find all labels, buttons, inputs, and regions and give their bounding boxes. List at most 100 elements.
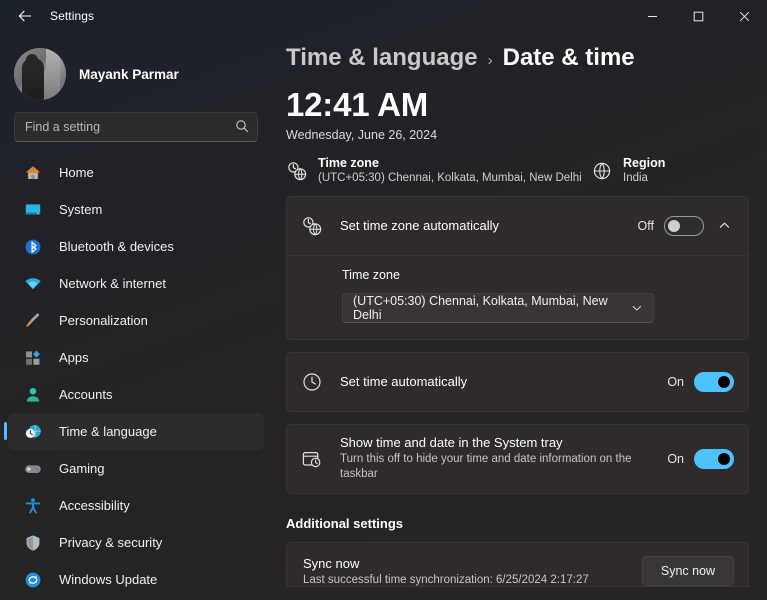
timezone-field-label: Time zone [342, 268, 734, 282]
summary-region-value: India [623, 172, 665, 184]
sidebar-item-network-internet[interactable]: Network & internet [8, 265, 264, 302]
search-box[interactable] [14, 112, 258, 142]
summary-timezone-title: Time zone [318, 156, 582, 170]
apps-icon [24, 349, 42, 367]
sync-subtitle: Last successful time synchronization: 6/… [303, 574, 642, 586]
window-title: Settings [50, 9, 94, 23]
additional-settings-heading: Additional settings [286, 516, 749, 531]
card-text: Set time automatically [340, 364, 667, 399]
clock-icon [301, 371, 323, 393]
avatar-image-head [26, 54, 38, 66]
wifi-icon [24, 275, 42, 293]
toggle-knob [718, 376, 730, 388]
update-icon [24, 571, 42, 589]
globe-icon [591, 160, 613, 182]
card-title: Set time zone automatically [340, 218, 638, 233]
sidebar-item-time-language[interactable]: Time & language [8, 413, 264, 450]
sidebar-item-windows-update[interactable]: Windows Update [8, 561, 264, 598]
back-button[interactable] [8, 2, 42, 30]
maximize-icon [693, 11, 704, 22]
maximize-button[interactable] [675, 0, 721, 32]
sidebar-item-home[interactable]: Home [8, 154, 264, 191]
set-time-automatically-toggle[interactable] [694, 372, 734, 392]
close-icon [739, 11, 750, 22]
summary-timezone: Time zone (UTC+05:30) Chennai, Kolkata, … [286, 156, 591, 184]
collapse-button[interactable] [714, 216, 734, 236]
sidebar-nav: Home System [0, 154, 272, 598]
card-sync-now: Sync now Last successful time synchroniz… [286, 542, 749, 587]
sidebar-item-bluetooth-devices[interactable]: Bluetooth & devices [8, 228, 264, 265]
clock-globe-icon [301, 215, 323, 237]
show-time-system-tray-toggle[interactable] [694, 449, 734, 469]
timezone-expand-panel: Time zone (UTC+05:30) Chennai, Kolkata, … [287, 255, 748, 339]
sidebar-item-privacy-security[interactable]: Privacy & security [8, 524, 264, 561]
system-icon [24, 201, 42, 219]
accessibility-icon [24, 497, 42, 515]
chevron-up-icon [718, 219, 731, 232]
sidebar-item-label: Personalization [59, 313, 148, 328]
breadcrumb-parent[interactable]: Time & language [286, 44, 478, 72]
card-description: Turn this off to hide your time and date… [340, 452, 640, 483]
card-text: Set time zone automatically [340, 208, 638, 243]
avatar [14, 48, 66, 100]
accounts-icon [24, 386, 42, 404]
summary-timezone-value: (UTC+05:30) Chennai, Kolkata, Mumbai, Ne… [318, 172, 582, 184]
page-title: Date & time [503, 44, 635, 72]
summary-region-text: Region India [623, 156, 665, 184]
chevron-down-icon [631, 302, 643, 314]
bluetooth-icon [24, 238, 42, 256]
toggle-state-label: Off [638, 219, 654, 233]
profile-name: Mayank Parmar [79, 67, 179, 82]
close-button[interactable] [721, 0, 767, 32]
toggle-knob [718, 453, 730, 465]
toggle-knob [668, 220, 680, 232]
sidebar-item-gaming[interactable]: Gaming [8, 450, 264, 487]
summary-timezone-text: Time zone (UTC+05:30) Chennai, Kolkata, … [318, 156, 582, 184]
sidebar-item-label: System [59, 202, 102, 217]
set-timezone-automatically-toggle[interactable] [664, 216, 704, 236]
card-title: Show time and date in the System tray [340, 435, 667, 450]
sidebar-item-label: Privacy & security [59, 535, 162, 550]
home-icon [24, 164, 42, 182]
clock-globe-icon [24, 423, 42, 441]
timezone-select[interactable]: (UTC+05:30) Chennai, Kolkata, Mumbai, Ne… [342, 293, 654, 323]
main-content: Time & language › Date & time 12:41 AM W… [272, 0, 767, 600]
current-time: 12:41 AM [286, 88, 749, 123]
minimize-button[interactable] [629, 0, 675, 32]
sidebar-item-system[interactable]: System [8, 191, 264, 228]
card-set-timezone-automatically: Set time zone automatically Off Time zon… [286, 196, 749, 340]
summary-region-title: Region [623, 156, 665, 170]
sidebar-item-label: Apps [59, 350, 89, 365]
chevron-right-icon: › [488, 52, 493, 69]
sidebar-item-label: Time & language [59, 424, 157, 439]
sidebar-item-label: Accessibility [59, 498, 130, 513]
search-container [0, 102, 272, 142]
card-show-time-system-tray: Show time and date in the System tray Tu… [286, 424, 749, 494]
shield-icon [24, 534, 42, 552]
minimize-icon [647, 11, 658, 22]
search-input[interactable] [15, 120, 257, 134]
card-title: Set time automatically [340, 374, 667, 389]
search-icon [235, 119, 249, 138]
card-header-row[interactable]: Set time zone automatically Off [287, 197, 748, 255]
card-header-row[interactable]: Show time and date in the System tray Tu… [287, 425, 748, 493]
sidebar-item-accounts[interactable]: Accounts [8, 376, 264, 413]
sync-now-button[interactable]: Sync now [642, 556, 734, 586]
sidebar-item-personalization[interactable]: Personalization [8, 302, 264, 339]
calendar-clock-icon [301, 448, 323, 470]
settings-window: Settings [0, 0, 767, 600]
title-bar: Settings [0, 0, 767, 32]
sidebar-item-label: Bluetooth & devices [59, 239, 174, 254]
summary-row: Time zone (UTC+05:30) Chennai, Kolkata, … [286, 156, 749, 184]
sidebar-item-label: Home [59, 165, 94, 180]
timezone-select-value: (UTC+05:30) Chennai, Kolkata, Mumbai, Ne… [353, 294, 631, 322]
card-controls: On [667, 372, 734, 392]
sidebar-item-accessibility[interactable]: Accessibility [8, 487, 264, 524]
paintbrush-icon [24, 312, 42, 330]
sync-title: Sync now [303, 556, 642, 571]
sidebar-item-label: Accounts [59, 387, 112, 402]
sidebar-item-apps[interactable]: Apps [8, 339, 264, 376]
card-header-row[interactable]: Set time automatically On [287, 353, 748, 411]
sidebar-item-label: Gaming [59, 461, 105, 476]
user-profile[interactable]: Mayank Parmar [0, 40, 272, 102]
